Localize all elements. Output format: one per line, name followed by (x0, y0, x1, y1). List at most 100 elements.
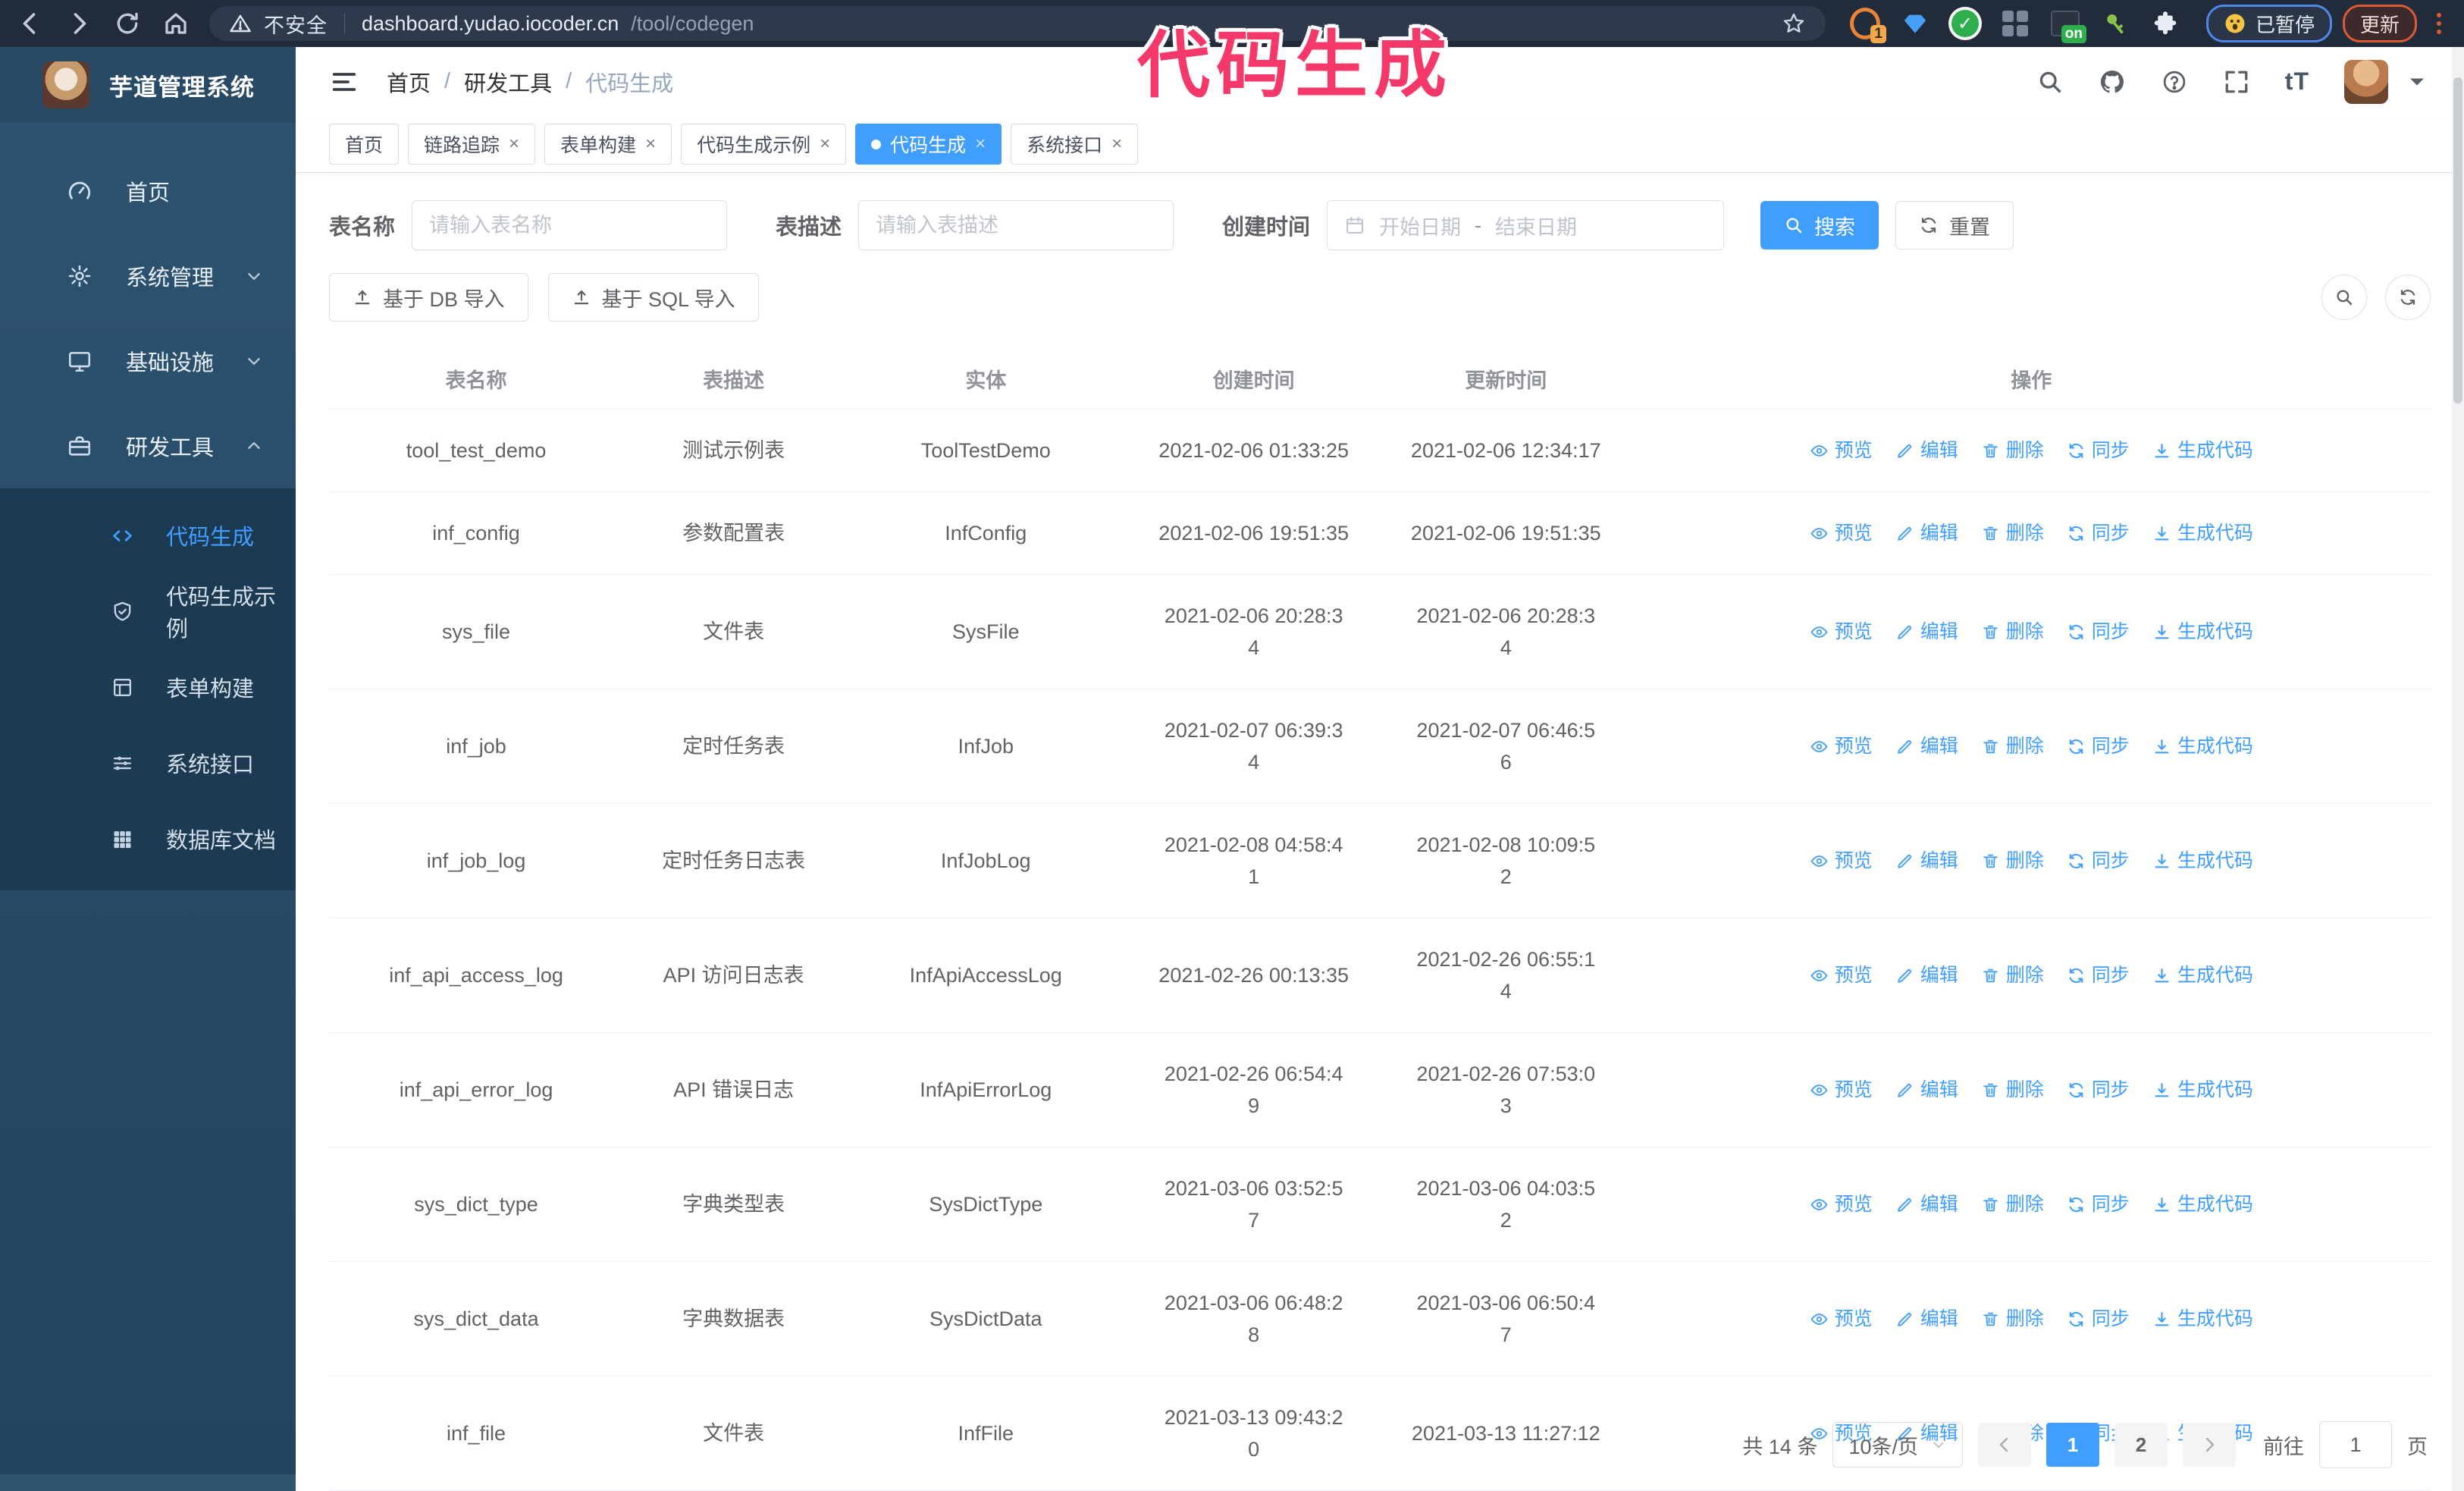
reload-icon[interactable] (114, 10, 141, 37)
action-生成代码-link[interactable]: 生成代码 (2152, 616, 2253, 648)
prev-page-button[interactable] (1978, 1423, 2031, 1467)
action-预览-link[interactable]: 预览 (1810, 845, 1873, 877)
tab-首页[interactable]: 首页 (329, 124, 400, 165)
refresh-table-button[interactable] (2385, 275, 2431, 320)
action-编辑-link[interactable]: 编辑 (1895, 959, 1958, 991)
tab-close-icon[interactable]: × (1111, 135, 1122, 153)
start-date-placeholder[interactable]: 开始日期 (1379, 211, 1461, 240)
sidebar-item-系统管理[interactable]: 系统管理 (0, 234, 296, 319)
action-生成代码-link[interactable]: 生成代码 (2152, 1074, 2253, 1106)
action-编辑-link[interactable]: 编辑 (1895, 1303, 1958, 1335)
tab-close-icon[interactable]: × (645, 135, 656, 153)
import-db-button[interactable]: 基于 DB 导入 (329, 273, 528, 322)
action-删除-link[interactable]: 删除 (1981, 1188, 2044, 1220)
action-同步-link[interactable]: 同步 (2067, 959, 2130, 991)
action-删除-link[interactable]: 删除 (1981, 845, 2044, 877)
action-同步-link[interactable]: 同步 (2067, 1074, 2130, 1106)
sidebar-subitem-数据库文档[interactable]: 数据库文档 (0, 801, 296, 877)
profile-paused-button[interactable]: 已暂停 (2206, 5, 2332, 42)
sidebar-item-首页[interactable]: 首页 (0, 149, 296, 234)
action-预览-link[interactable]: 预览 (1810, 1188, 1873, 1220)
action-生成代码-link[interactable]: 生成代码 (2152, 959, 2253, 991)
address-bar[interactable]: 不安全 dashboard.yudao.iocoder.cn/tool/code… (209, 6, 1826, 41)
action-预览-link[interactable]: 预览 (1810, 517, 1873, 549)
action-生成代码-link[interactable]: 生成代码 (2152, 435, 2253, 466)
breadcrumb-item[interactable]: 首页 (387, 66, 431, 98)
import-sql-button[interactable]: 基于 SQL 导入 (547, 273, 759, 322)
help-icon[interactable] (2161, 68, 2188, 96)
action-删除-link[interactable]: 删除 (1981, 517, 2044, 549)
action-预览-link[interactable]: 预览 (1810, 1303, 1873, 1335)
action-生成代码-link[interactable]: 生成代码 (2152, 730, 2253, 762)
tab-链路追踪[interactable]: 链路追踪 × (408, 124, 536, 165)
reset-button[interactable]: 重置 (1895, 201, 2014, 250)
action-同步-link[interactable]: 同步 (2067, 1188, 2130, 1220)
github-icon[interactable] (2099, 68, 2126, 96)
action-编辑-link[interactable]: 编辑 (1895, 435, 1958, 466)
sidebar-subitem-代码生成示例[interactable]: 代码生成示例 (0, 573, 296, 649)
page-button-2[interactable]: 2 (2114, 1423, 2168, 1467)
action-生成代码-link[interactable]: 生成代码 (2152, 1188, 2253, 1220)
date-range-picker[interactable]: 开始日期 - 结束日期 (1327, 200, 1725, 250)
page-button-1[interactable]: 1 (2046, 1423, 2099, 1467)
home-icon[interactable] (162, 10, 190, 37)
extension-gem-icon[interactable] (1900, 8, 1930, 39)
action-编辑-link[interactable]: 编辑 (1895, 517, 1958, 549)
table-name-input[interactable] (412, 200, 728, 250)
back-icon[interactable] (17, 10, 44, 37)
end-date-placeholder[interactable]: 结束日期 (1495, 211, 1577, 240)
action-删除-link[interactable]: 删除 (1981, 959, 2044, 991)
action-删除-link[interactable]: 删除 (1981, 1303, 2044, 1335)
action-同步-link[interactable]: 同步 (2067, 730, 2130, 762)
sidebar-subitem-代码生成[interactable]: 代码生成 (0, 498, 296, 573)
forward-icon[interactable] (65, 10, 92, 37)
action-预览-link[interactable]: 预览 (1810, 435, 1873, 466)
action-同步-link[interactable]: 同步 (2067, 435, 2130, 466)
browser-menu-icon[interactable] (2431, 13, 2447, 34)
table-desc-input[interactable] (858, 200, 1174, 250)
action-编辑-link[interactable]: 编辑 (1895, 1188, 1958, 1220)
action-编辑-link[interactable]: 编辑 (1895, 616, 1958, 648)
action-预览-link[interactable]: 预览 (1810, 1074, 1873, 1106)
action-编辑-link[interactable]: 编辑 (1895, 730, 1958, 762)
action-同步-link[interactable]: 同步 (2067, 517, 2130, 549)
action-删除-link[interactable]: 删除 (1981, 435, 2044, 466)
fullscreen-icon[interactable] (2223, 68, 2250, 96)
page-size-select[interactable]: 10条/页 (1832, 1422, 1963, 1467)
sidebar-subitem-系统接口[interactable]: 系统接口 (0, 725, 296, 801)
extension-orange-icon[interactable]: 1 (1850, 8, 1886, 43)
sidebar-subitem-表单构建[interactable]: 表单构建 (0, 649, 296, 725)
action-预览-link[interactable]: 预览 (1810, 616, 1873, 648)
browser-scrollbar[interactable] (2452, 47, 2464, 1491)
browser-update-button[interactable]: 更新 (2343, 5, 2417, 42)
tab-系统接口[interactable]: 系统接口 × (1011, 124, 1139, 165)
action-生成代码-link[interactable]: 生成代码 (2152, 1303, 2253, 1335)
extensions-puzzle-icon[interactable] (2150, 8, 2180, 39)
action-编辑-link[interactable]: 编辑 (1895, 1074, 1958, 1106)
action-同步-link[interactable]: 同步 (2067, 616, 2130, 648)
goto-page-input[interactable] (2319, 1421, 2392, 1468)
extension-key-icon[interactable] (2100, 8, 2130, 39)
tab-close-icon[interactable]: × (975, 135, 986, 153)
breadcrumb-item[interactable]: 研发工具 (464, 66, 552, 98)
action-生成代码-link[interactable]: 生成代码 (2152, 845, 2253, 877)
avatar-caret-down-icon[interactable] (2403, 68, 2431, 96)
sidebar-item-研发工具[interactable]: 研发工具 (0, 403, 296, 488)
scrollbar-thumb[interactable] (2453, 77, 2462, 403)
security-label[interactable]: 不安全 (264, 9, 328, 39)
sidebar-collapse-bar[interactable] (0, 1474, 296, 1491)
action-删除-link[interactable]: 删除 (1981, 1074, 2044, 1106)
tab-close-icon[interactable]: × (820, 135, 830, 153)
hamburger-icon[interactable] (329, 67, 359, 97)
tab-代码生成示例[interactable]: 代码生成示例 × (681, 124, 847, 165)
font-size-icon[interactable]: tT (2285, 67, 2309, 96)
extension-dark-icon[interactable]: on (2050, 8, 2086, 43)
action-删除-link[interactable]: 删除 (1981, 616, 2044, 648)
action-编辑-link[interactable]: 编辑 (1895, 845, 1958, 877)
action-生成代码-link[interactable]: 生成代码 (2152, 517, 2253, 549)
extension-check-icon[interactable]: ✓ (1950, 8, 1980, 39)
extension-grid-icon[interactable] (2000, 8, 2030, 39)
action-同步-link[interactable]: 同步 (2067, 845, 2130, 877)
search-button[interactable]: 搜索 (1760, 201, 1879, 250)
toggle-search-button[interactable] (2321, 275, 2367, 320)
